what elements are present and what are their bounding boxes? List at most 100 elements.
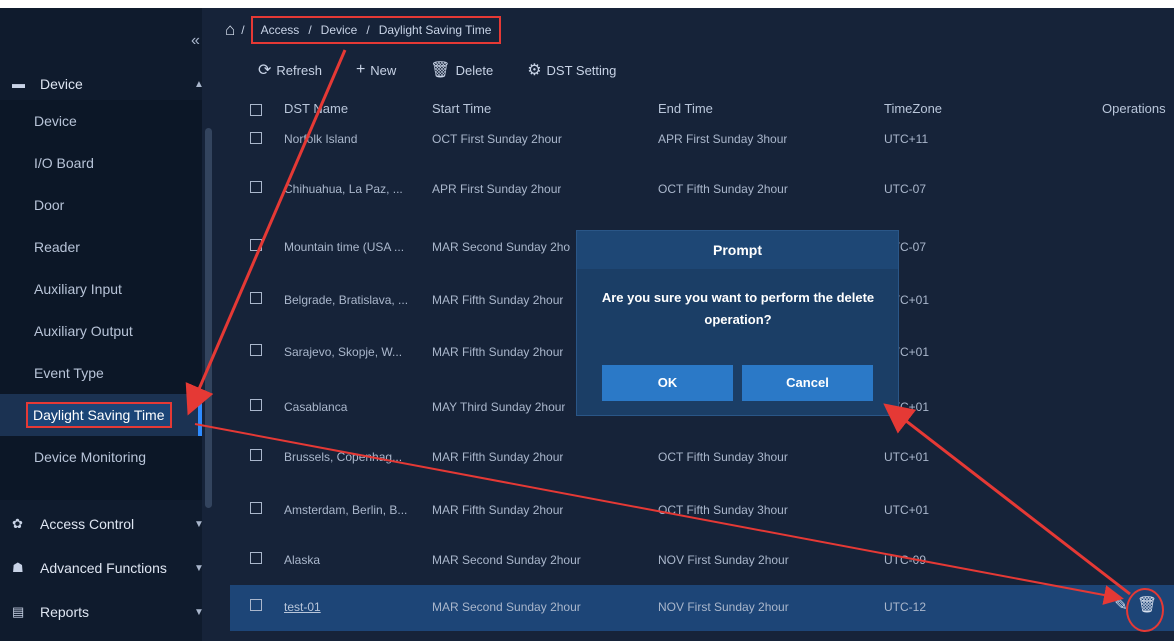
collapse-sidebar-icon[interactable]: «: [191, 32, 200, 50]
submenu-label: Door: [34, 197, 65, 213]
row-checkbox[interactable]: [250, 399, 262, 411]
cell-end: NOV First Sunday 2hour: [658, 553, 789, 567]
submenu-item-daylight-saving-time[interactable]: Daylight Saving Time: [0, 394, 202, 436]
breadcrumb-device[interactable]: Device: [321, 23, 358, 37]
refresh-label: Refresh: [276, 62, 322, 78]
cell-timezone: UTC+01: [884, 450, 930, 464]
breadcrumb-access[interactable]: Access: [261, 23, 300, 37]
cell-name: Amsterdam, Berlin, B...: [284, 503, 408, 517]
delete-label: Delete: [455, 62, 494, 78]
cell-start: APR First Sunday 2hour: [432, 182, 562, 196]
breadcrumb-separator: /: [366, 23, 370, 37]
plus-icon: +: [355, 61, 366, 78]
cell-name: Brussels, Copenhag...: [284, 450, 403, 464]
submenu-label: Device Monitoring: [34, 449, 147, 465]
cell-name: Alaska: [284, 553, 321, 567]
cell-start: OCT First Sunday 2hour: [432, 132, 562, 146]
dialog-title: Prompt: [577, 231, 898, 269]
submenu-label: Event Type: [34, 365, 104, 381]
dst-setting-button[interactable]: ⚙ DST Setting: [527, 60, 616, 80]
breadcrumb-daylight-saving-time: Daylight Saving Time: [378, 23, 492, 37]
submenu-item-io-board[interactable]: I/O Board: [0, 142, 202, 184]
cell-name-link[interactable]: test-01: [284, 600, 424, 614]
select-all-checkbox[interactable]: [250, 104, 262, 116]
device-icon: ▬: [12, 76, 25, 91]
user-key-icon: ☗: [12, 560, 24, 575]
cell-end: OCT Fifth Sunday 3hour: [658, 450, 788, 464]
gear-icon: ✿: [12, 516, 23, 531]
new-button[interactable]: + New: [356, 60, 396, 80]
refresh-button[interactable]: ⟳ Refresh: [258, 60, 322, 80]
confirm-dialog: Prompt Are you sure you want to perform …: [577, 231, 898, 415]
cell-end: APR First Sunday 3hour: [658, 132, 788, 146]
table-row[interactable]: Amsterdam, Berlin, B... MAR Fifth Sunday…: [230, 488, 1174, 534]
dst-setting-label: DST Setting: [546, 62, 617, 78]
submenu-label: Reader: [34, 239, 80, 255]
ok-button[interactable]: OK: [602, 365, 733, 401]
menu-reports[interactable]: ▤ Reports ▼: [0, 592, 204, 632]
menu-advanced-functions-label: Advanced Functions: [40, 560, 167, 576]
cell-start: MAR Fifth Sunday 2hour: [432, 450, 564, 464]
toolbar: ⟳ Refresh + New 🗑 Delete ⚙ DST Setting: [258, 60, 616, 80]
submenu-item-device-monitoring[interactable]: Device Monitoring: [0, 436, 202, 478]
cancel-button[interactable]: Cancel: [742, 365, 873, 401]
row-checkbox[interactable]: [250, 502, 262, 514]
breadcrumb-separator: /: [308, 23, 312, 37]
row-checkbox[interactable]: [250, 239, 262, 251]
cell-start: MAR Second Sunday 2hour: [432, 600, 581, 614]
row-checkbox[interactable]: [250, 449, 262, 461]
row-checkbox[interactable]: [250, 181, 262, 193]
new-label: New: [370, 62, 397, 78]
row-checkbox[interactable]: [250, 132, 262, 144]
menu-advanced-functions[interactable]: ☗ Advanced Functions ▼: [0, 548, 204, 588]
cell-timezone: UTC+01: [884, 503, 930, 517]
breadcrumb-separator: /: [241, 23, 245, 37]
cell-start: MAR Second Sunday 2hour: [432, 553, 581, 567]
cell-start: MAR Fifth Sunday 2hour: [432, 293, 564, 307]
submenu-scrollbar[interactable]: [205, 128, 212, 508]
menu-access-control[interactable]: ✿ Access Control ▼: [0, 504, 204, 544]
submenu-item-auxiliary-input[interactable]: Auxiliary Input: [0, 268, 202, 310]
header-dst-name[interactable]: DST Name: [284, 101, 348, 116]
header-start-time[interactable]: Start Time: [432, 101, 491, 116]
submenu-item-reader[interactable]: Reader: [0, 226, 202, 268]
breadcrumb: ⌂ / Access / Device / Daylight Saving Ti…: [225, 16, 502, 44]
home-icon[interactable]: ⌂: [225, 20, 235, 40]
menu-reports-label: Reports: [40, 604, 90, 620]
cell-start: MAR Second Sunday 2ho: [432, 240, 571, 254]
dialog-message: Are you sure you want to perform the del…: [601, 290, 875, 327]
header-end-time[interactable]: End Time: [658, 101, 713, 116]
report-icon: ▤: [12, 604, 25, 619]
cell-end: NOV First Sunday 2hour: [658, 600, 789, 614]
table-header: DST Name Start Time End Time TimeZone Op…: [230, 95, 1174, 123]
table-row[interactable]: Norfolk Island OCT First Sunday 2hour AP…: [230, 120, 1174, 150]
sidebar: « ▬ Device ▲ Device I/O Board Door Reade…: [0, 8, 212, 641]
row-checkbox[interactable]: [250, 292, 262, 304]
submenu-label: Auxiliary Input: [34, 281, 122, 297]
cell-name: Casablanca: [284, 400, 348, 414]
submenu-item-door[interactable]: Door: [0, 184, 202, 226]
table-row[interactable]: Chihuahua, La Paz, ... APR First Sunday …: [230, 167, 1174, 213]
row-checkbox[interactable]: [250, 599, 262, 611]
header-timezone[interactable]: TimeZone: [884, 101, 942, 116]
cell-timezone: UTC-09: [884, 553, 927, 567]
submenu-item-auxiliary-output[interactable]: Auxiliary Output: [0, 310, 202, 352]
chevron-up-icon: ▲: [194, 78, 204, 90]
submenu-item-device[interactable]: Device: [0, 100, 202, 142]
chevron-down-icon: ▼: [194, 562, 204, 574]
submenu-label: Daylight Saving Time: [26, 402, 172, 428]
table-row-selected[interactable]: test-01 MAR Second Sunday 2hour NOV Firs…: [230, 585, 1174, 631]
table-row[interactable]: Alaska MAR Second Sunday 2hour NOV First…: [230, 538, 1174, 584]
submenu-item-event-type[interactable]: Event Type: [0, 352, 202, 394]
menu-device[interactable]: ▬ Device ▲: [0, 64, 204, 104]
refresh-icon: ⟳: [258, 62, 272, 79]
cell-name: Sarajevo, Skopje, W...: [284, 345, 403, 359]
table-row[interactable]: Brussels, Copenhag... MAR Fifth Sunday 2…: [230, 435, 1174, 481]
cell-start: MAR Fifth Sunday 2hour: [432, 503, 564, 517]
row-checkbox[interactable]: [250, 552, 262, 564]
cell-end: OCT Fifth Sunday 2hour: [658, 182, 788, 196]
menu-device-label: Device: [40, 76, 83, 92]
delete-button[interactable]: 🗑 Delete: [430, 60, 493, 80]
row-checkbox[interactable]: [250, 344, 262, 356]
submenu-label: Auxiliary Output: [34, 323, 133, 339]
